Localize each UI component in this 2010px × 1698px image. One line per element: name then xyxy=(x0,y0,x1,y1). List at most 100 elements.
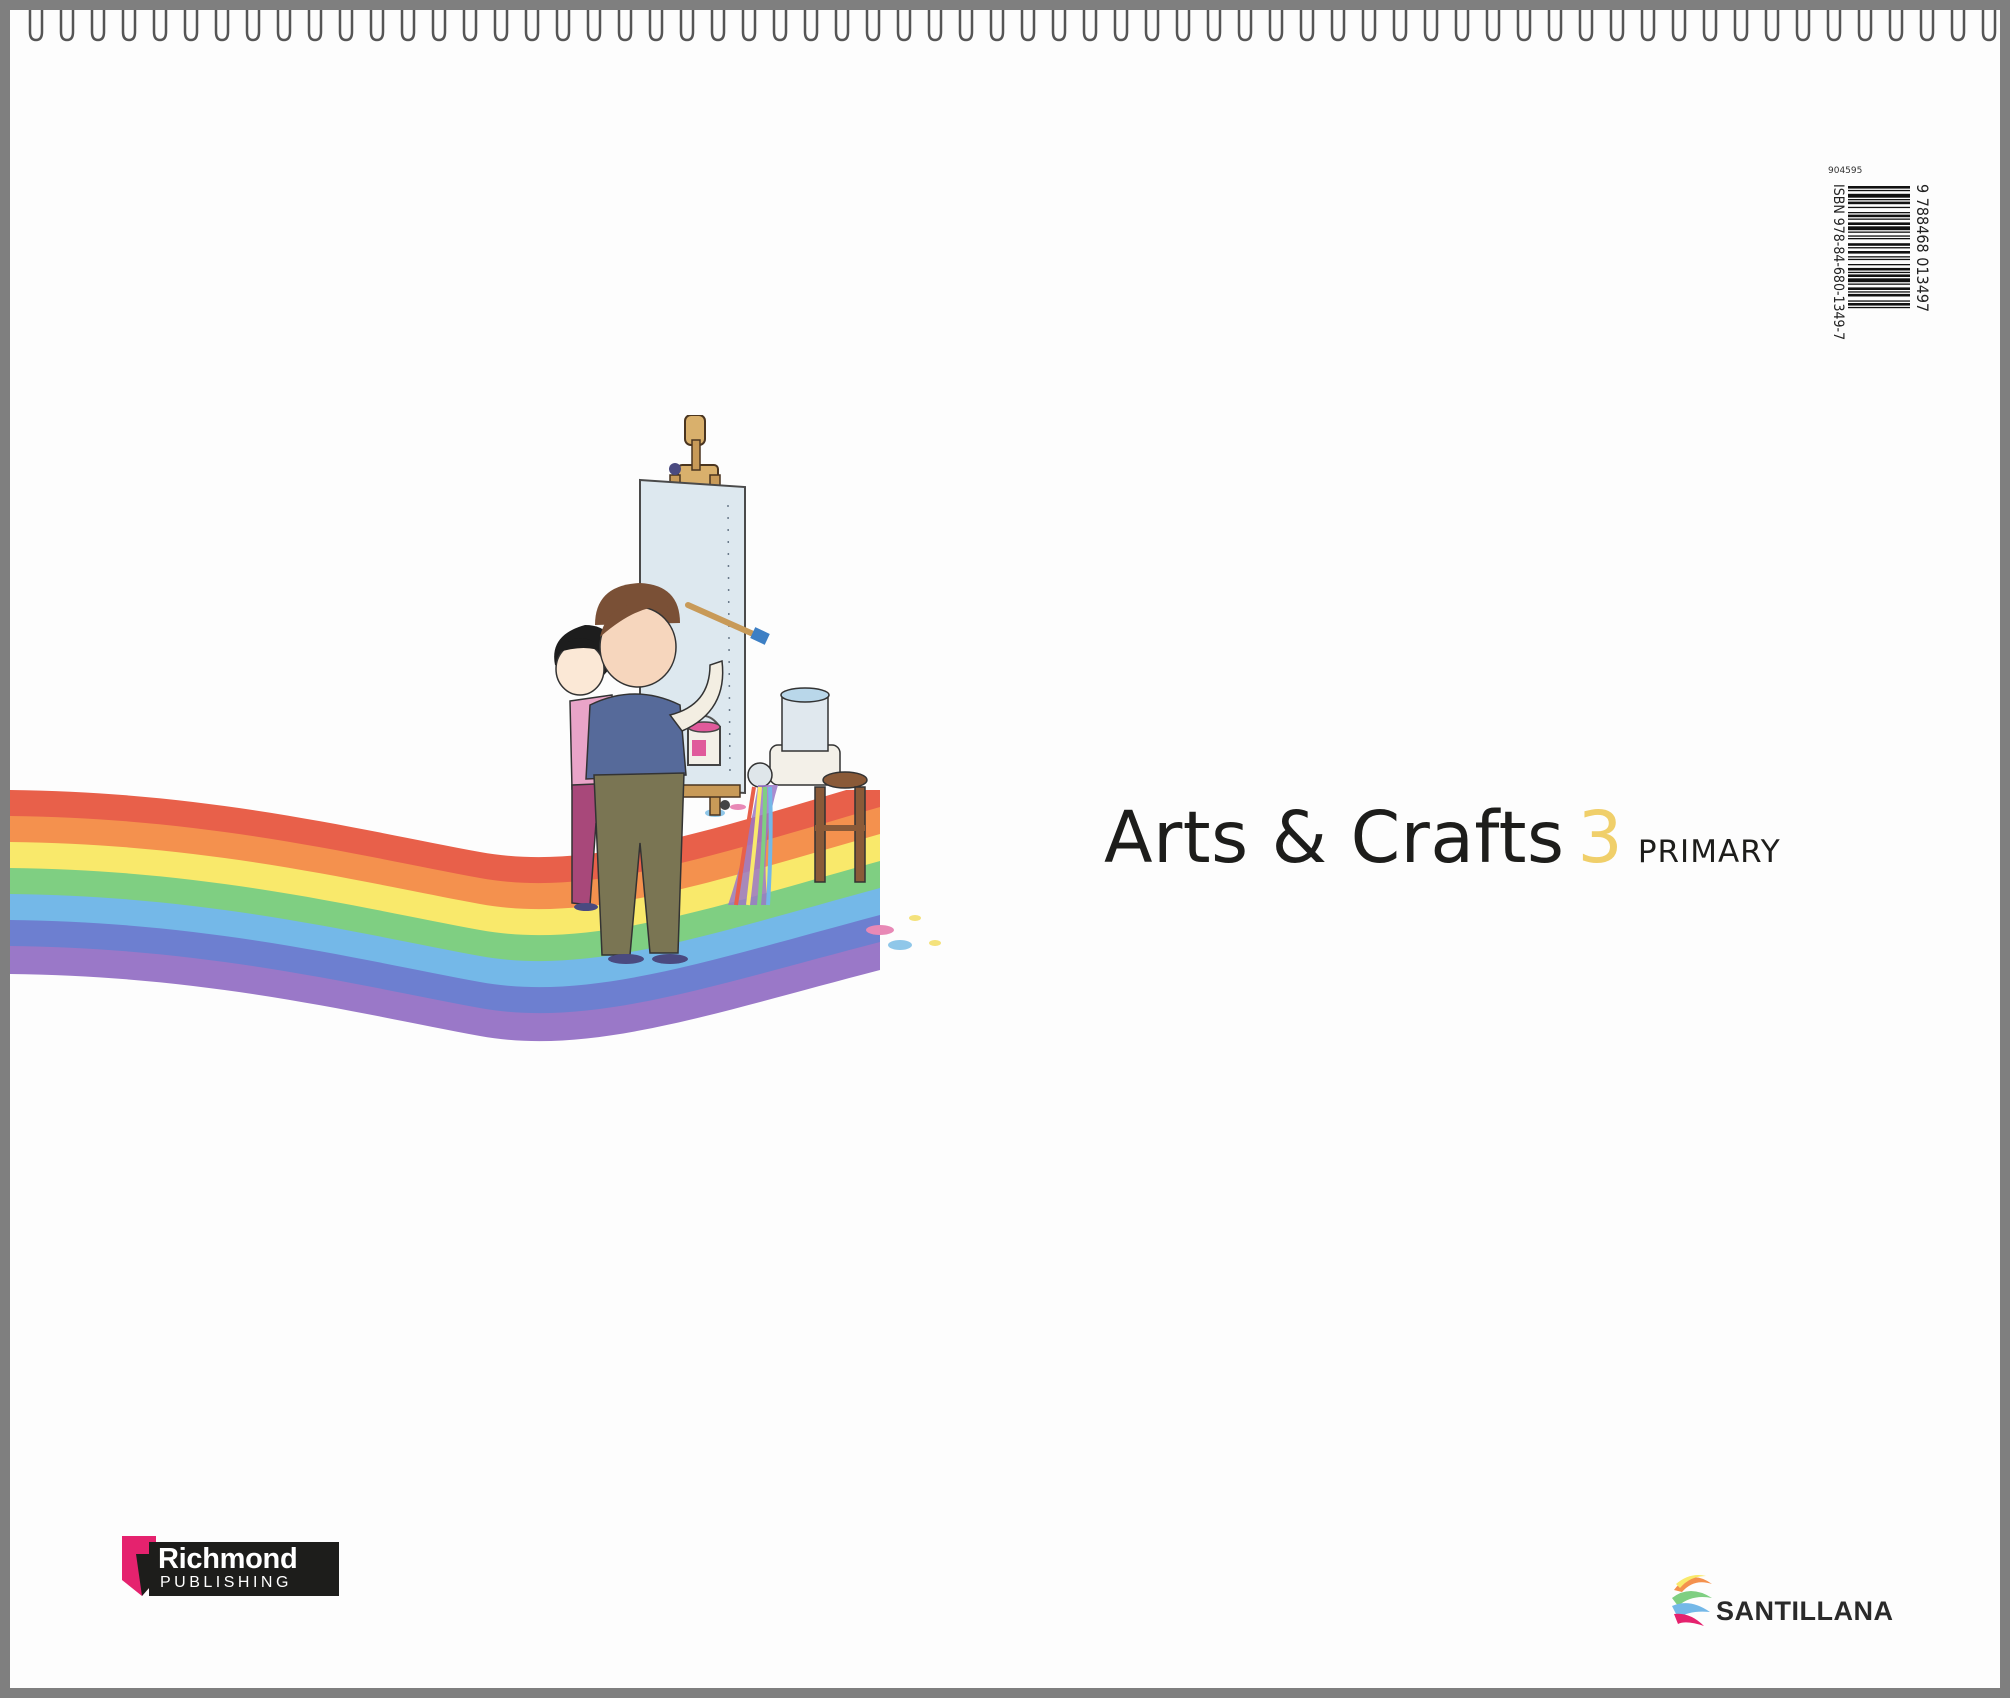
spiral-loop xyxy=(1113,10,1129,42)
barcode-icon xyxy=(1848,186,1910,309)
barcode-bar xyxy=(1848,199,1910,201)
spiral-loop xyxy=(1702,10,1718,42)
barcode-bar xyxy=(1848,238,1910,240)
barcode-bar xyxy=(1848,251,1910,254)
spiral-loop xyxy=(1857,10,1873,42)
spiral-loop xyxy=(214,10,230,42)
spiral-loop xyxy=(586,10,602,42)
cover-title: Arts & Crafts 3 PRIMARY xyxy=(1104,796,1781,879)
spiral-loop xyxy=(121,10,137,42)
spiral-loop xyxy=(245,10,261,42)
spiral-loop xyxy=(834,10,850,42)
spiral-loop xyxy=(1392,10,1408,42)
barcode-bar xyxy=(1848,226,1910,231)
barcode-bar xyxy=(1848,231,1910,233)
barcode-bar xyxy=(1848,278,1910,283)
barcode-block: 904595 ISBN 978-84-680-1349-7 9 788468 0… xyxy=(1810,166,1940,385)
spiral-loop xyxy=(493,10,509,42)
spiral-loop xyxy=(1299,10,1315,42)
barcode-bar xyxy=(1848,274,1910,277)
barcode-bar xyxy=(1848,235,1910,237)
spiral-loop xyxy=(1144,10,1160,42)
spiral-loop xyxy=(1981,10,1997,42)
spiral-loop xyxy=(1950,10,1966,42)
spiral-loop xyxy=(1733,10,1749,42)
stool-with-grinder xyxy=(728,687,868,906)
isbn-text: ISBN 978-84-680-1349-7 xyxy=(1830,184,1846,341)
spiral-loop xyxy=(1206,10,1222,42)
spiral-loop xyxy=(1578,10,1594,42)
spiral-loop xyxy=(307,10,323,42)
spiral-loop xyxy=(1547,10,1563,42)
spiral-loop xyxy=(1764,10,1780,42)
spiral-loop xyxy=(369,10,385,42)
spiral-loop xyxy=(710,10,726,42)
spiral-loop xyxy=(1423,10,1439,42)
barcode-bar xyxy=(1848,256,1910,258)
spiral-loop xyxy=(1671,10,1687,42)
barcode-bar xyxy=(1848,186,1910,189)
spiral-loop xyxy=(1361,10,1377,42)
spiral-loop xyxy=(865,10,881,42)
grade-number: 3 xyxy=(1577,796,1623,879)
painter-illustration xyxy=(554,415,941,964)
santillana-logo: SANTILLANA xyxy=(1668,1560,1928,1630)
spiral-binding xyxy=(28,10,1997,42)
barcode-bar xyxy=(1848,193,1910,198)
barcode-bar xyxy=(1848,303,1910,306)
spiral-loop xyxy=(896,10,912,42)
spiral-loop xyxy=(772,10,788,42)
spiral-loop xyxy=(1082,10,1098,42)
spiral-loop xyxy=(338,10,354,42)
barcode-bar xyxy=(1848,218,1910,220)
spiral-loop xyxy=(1330,10,1346,42)
spiral-loop xyxy=(1826,10,1842,42)
product-code: 904595 xyxy=(1828,166,1863,176)
spiral-loop xyxy=(276,10,292,42)
spiral-loop xyxy=(462,10,478,42)
spiral-loop xyxy=(524,10,540,42)
barcode-bar xyxy=(1848,306,1910,309)
spiral-loop xyxy=(803,10,819,42)
spiral-loop xyxy=(1888,10,1904,42)
barcode-bar xyxy=(1848,264,1910,266)
barcode-bar xyxy=(1848,267,1910,271)
barcode-digits: 9 788468 013497 xyxy=(1913,184,1932,313)
spiral-loop xyxy=(1609,10,1625,42)
spiral-loop xyxy=(555,10,571,42)
spiral-loop xyxy=(1454,10,1470,42)
spiral-loop xyxy=(400,10,416,42)
spiral-loop xyxy=(679,10,695,42)
spiral-loop xyxy=(617,10,633,42)
spiral-loop xyxy=(183,10,199,42)
barcode-bar xyxy=(1848,293,1910,297)
barcode-bar xyxy=(1848,189,1910,192)
barcode-bar xyxy=(1848,243,1910,246)
spiral-loop xyxy=(90,10,106,42)
publisher-name: Richmond xyxy=(158,1543,298,1575)
publisher-tagline: PUBLISHING xyxy=(160,1574,292,1591)
book-cover: Arts & Crafts 3 PRIMARY 904595 ISBN 978-… xyxy=(10,10,2000,1688)
spiral-loop xyxy=(989,10,1005,42)
spiral-loop xyxy=(1020,10,1036,42)
santillana-swirl-icon xyxy=(1672,1575,1712,1626)
spiral-loop xyxy=(59,10,75,42)
spiral-loop xyxy=(1516,10,1532,42)
barcode-bar xyxy=(1848,206,1910,209)
barcode-bar xyxy=(1848,291,1910,293)
barcode-bar xyxy=(1848,247,1910,249)
barcode-bar xyxy=(1848,214,1910,218)
spiral-loop xyxy=(1485,10,1501,42)
barcode-bar xyxy=(1848,258,1910,261)
barcode-bar xyxy=(1848,222,1910,225)
barcode-bar xyxy=(1848,201,1910,205)
spiral-loop xyxy=(741,10,757,42)
barcode-bar xyxy=(1848,212,1910,214)
spiral-loop xyxy=(152,10,168,42)
spiral-loop xyxy=(1919,10,1935,42)
spiral-loop xyxy=(1268,10,1284,42)
barcode-bar xyxy=(1848,271,1910,274)
spiral-loop xyxy=(1175,10,1191,42)
spiral-loop xyxy=(648,10,664,42)
barcode-bar xyxy=(1848,300,1910,302)
